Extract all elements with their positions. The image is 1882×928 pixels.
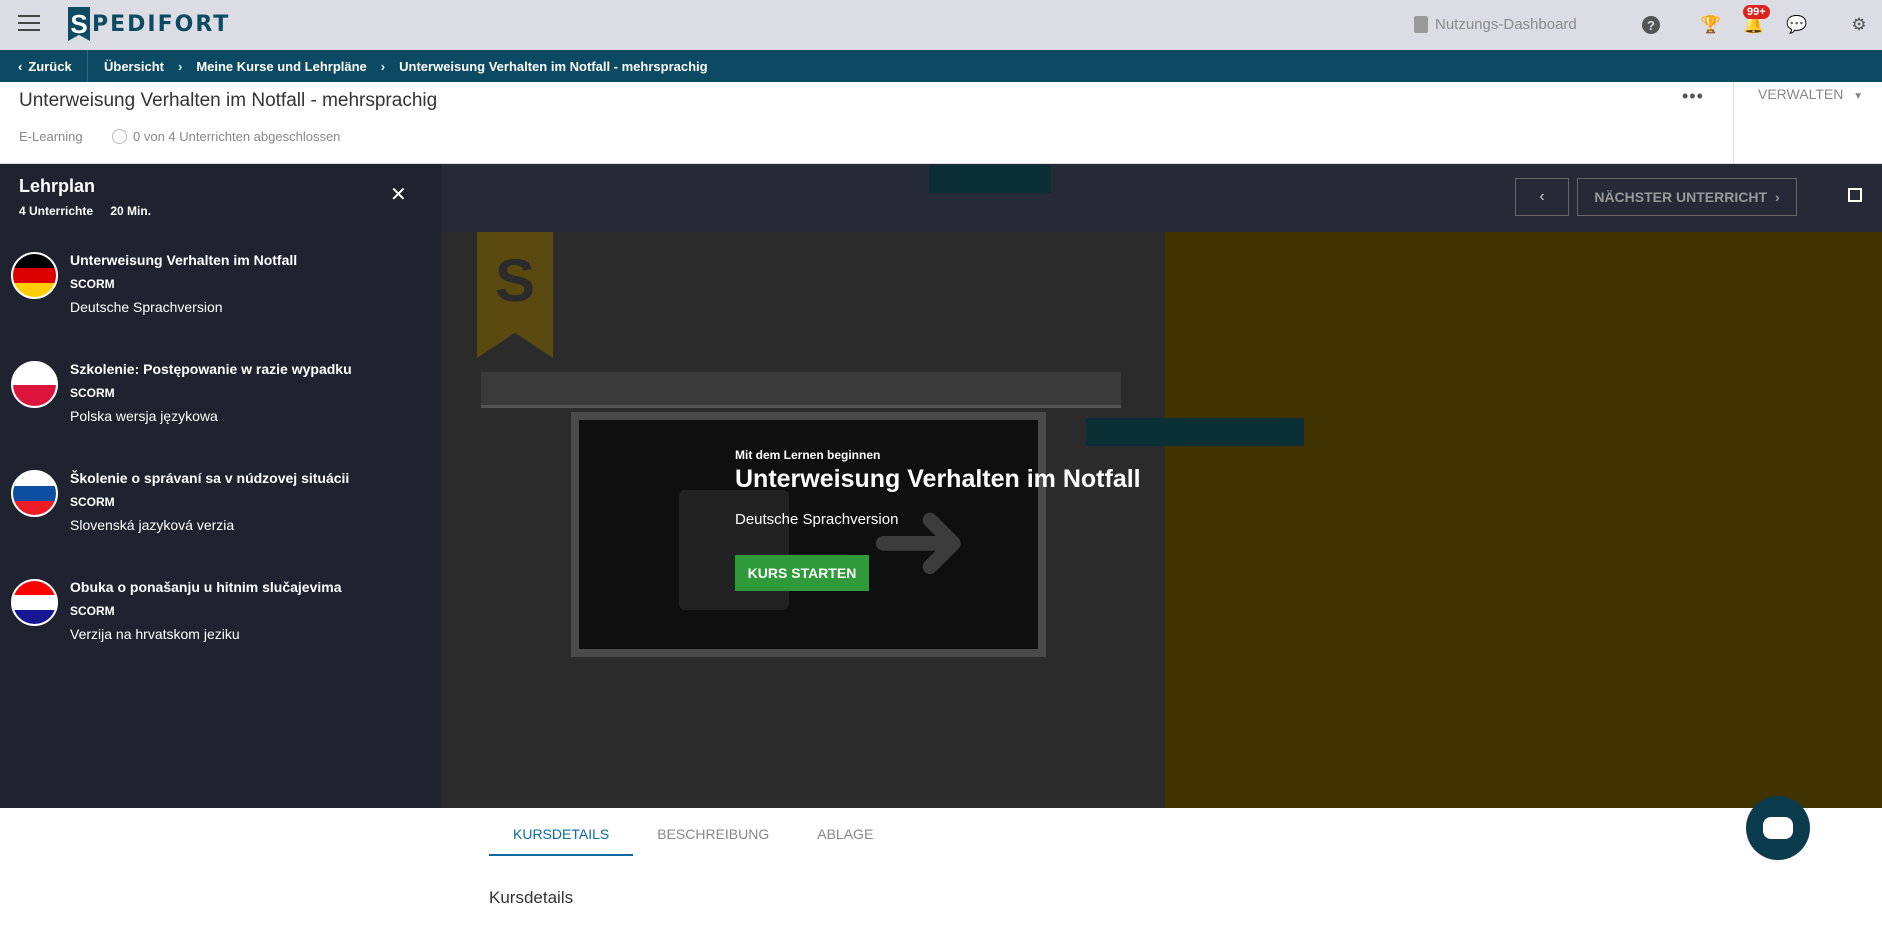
tab-kursdetails[interactable]: KURSDETAILS — [489, 808, 634, 856]
lesson-type: SCORM — [70, 495, 115, 509]
lesson-desc: Slovenská jazyková verzia — [70, 517, 235, 533]
lesson-title: Obuka o ponašanju u hitnim slučajevima — [70, 579, 342, 595]
top-bar: S PEDIFORT Nutzungs-Dashboard ? 🏆 🔔 99+ … — [0, 0, 1882, 50]
tab-ablage[interactable]: ABLAGE — [793, 808, 897, 856]
lesson-heading: Unterweisung Verhalten im Notfall — [735, 465, 1141, 493]
lesson-item[interactable]: Unterweisung Verhalten im Notfall SCORM … — [0, 244, 441, 344]
section-title: Kursdetails — [489, 888, 574, 907]
dashboard-label: Nutzungs-Dashboard — [1435, 15, 1577, 33]
croatian-flag-icon — [11, 579, 58, 626]
german-flag-icon — [11, 252, 58, 299]
back-label: Zurück — [28, 58, 72, 74]
breadcrumb-item-courses[interactable]: Meine Kurse und Lehrpläne — [196, 59, 366, 74]
running-man-icon — [679, 490, 789, 610]
logo-letter: S — [68, 7, 90, 41]
curriculum-sidebar: Lehrplan 4 Unterrichte 20 Min. ✕ Unterwe… — [0, 164, 441, 808]
bookmark-logo-icon: S — [477, 232, 553, 358]
sidebar-title: Lehrplan — [19, 176, 96, 196]
lesson-title: Unterweisung Verhalten im Notfall — [70, 252, 298, 268]
back-button[interactable]: ‹ Zurück — [0, 50, 88, 82]
lesson-desc: Verzija na hrvatskom jeziku — [70, 626, 240, 642]
chevron-right-icon: › — [1775, 189, 1780, 205]
sidebar-summary: 4 Unterrichte 20 Min. — [19, 204, 151, 218]
lesson-type: SCORM — [70, 604, 115, 618]
lesson-subtitle: Deutsche Sprachversion — [735, 511, 899, 528]
slovak-flag-icon — [11, 470, 58, 517]
course-stage: S ➜ — [441, 232, 1882, 808]
chat-icon[interactable]: 💬 — [1786, 14, 1808, 36]
lesson-title: Školenie o správaní sa v núdzovej situác… — [70, 470, 350, 486]
breadcrumb-bar: ‹ Zurück Übersicht › Meine Kurse und Leh… — [0, 50, 1882, 82]
close-icon[interactable]: ✕ — [390, 182, 407, 207]
chevron-right-icon: › — [380, 58, 386, 74]
menu-icon[interactable] — [18, 15, 40, 33]
polish-flag-icon — [11, 361, 58, 408]
decorative-block — [929, 165, 1051, 193]
chevron-left-icon: ‹ — [18, 58, 23, 74]
lesson-type: SCORM — [70, 386, 115, 400]
breadcrumb: Übersicht › Meine Kurse und Lehrpläne › … — [104, 50, 708, 82]
lesson-item[interactable]: Obuka o ponašanju u hitnim slučajevima S… — [0, 571, 441, 671]
breadcrumb-item-current: Unterweisung Verhalten im Notfall - mehr… — [399, 58, 708, 74]
lesson-title: Szkolenie: Postępowanie w razie wypadku — [70, 361, 352, 377]
more-options-icon[interactable]: ••• — [1682, 86, 1704, 107]
lesson-item[interactable]: Školenie o správaní sa v núdzovej situác… — [0, 462, 441, 562]
clipboard-icon — [1414, 15, 1428, 33]
manage-dropdown[interactable]: VERWALTEN ▼ — [1733, 82, 1882, 164]
light-fixture-image — [481, 372, 1121, 408]
lesson-desc: Deutsche Sprachversion — [70, 299, 223, 315]
chat-icon — [1763, 817, 1793, 839]
next-lesson-label: NÄCHSTER UNTERRICHT — [1594, 189, 1767, 205]
stage-background-panel — [1165, 232, 1882, 808]
dashboard-link[interactable]: Nutzungs-Dashboard — [1414, 12, 1577, 36]
next-lesson-button[interactable]: NÄCHSTER UNTERRICHT › — [1577, 178, 1797, 216]
manage-label: VERWALTEN — [1758, 86, 1844, 102]
progress-circle-icon — [112, 129, 127, 144]
tab-beschreibung[interactable]: BESCHREIBUNG — [633, 808, 793, 856]
progress-text: 0 von 4 Unterrichten abgeschlossen — [133, 129, 341, 144]
previous-lesson-button[interactable]: ‹ — [1515, 178, 1569, 216]
course-type: E-Learning — [19, 129, 83, 144]
breadcrumb-item-overview[interactable]: Übersicht — [104, 59, 164, 74]
course-progress: 0 von 4 Unterrichten abgeschlossen — [112, 129, 340, 144]
course-header: Unterweisung Verhalten im Notfall - mehr… — [0, 82, 1882, 164]
lesson-desc: Polska wersja językowa — [70, 408, 218, 424]
fullscreen-icon[interactable] — [1848, 188, 1862, 202]
arrow-right-icon: ➜ — [869, 473, 970, 607]
start-course-button[interactable]: KURS STARTEN — [735, 555, 869, 591]
chevron-right-icon: › — [177, 58, 183, 74]
duration: 20 Min. — [110, 204, 152, 218]
lesson-count: 4 Unterrichte — [19, 204, 94, 218]
trophy-icon[interactable]: 🏆 — [1700, 14, 1722, 36]
logo-text: PEDIFORT — [92, 11, 231, 37]
decorative-block — [1086, 418, 1304, 446]
caret-down-icon: ▼ — [1853, 91, 1864, 102]
help-icon[interactable]: ? — [1640, 14, 1662, 36]
start-caption: Mit dem Lernen beginnen — [735, 448, 881, 462]
chat-bubble-button[interactable] — [1746, 796, 1810, 860]
lesson-type: SCORM — [70, 277, 115, 291]
page-title: Unterweisung Verhalten im Notfall - mehr… — [19, 90, 438, 111]
gear-icon[interactable]: ⚙ — [1848, 14, 1870, 36]
lesson-item[interactable]: Szkolenie: Postępowanie w razie wypadku … — [0, 353, 441, 453]
detail-tabs: KURSDETAILS BESCHREIBUNG ABLAGE — [489, 808, 897, 858]
notification-badge: 99+ — [1743, 5, 1770, 19]
spedifort-logo[interactable]: S PEDIFORT — [68, 6, 230, 42]
